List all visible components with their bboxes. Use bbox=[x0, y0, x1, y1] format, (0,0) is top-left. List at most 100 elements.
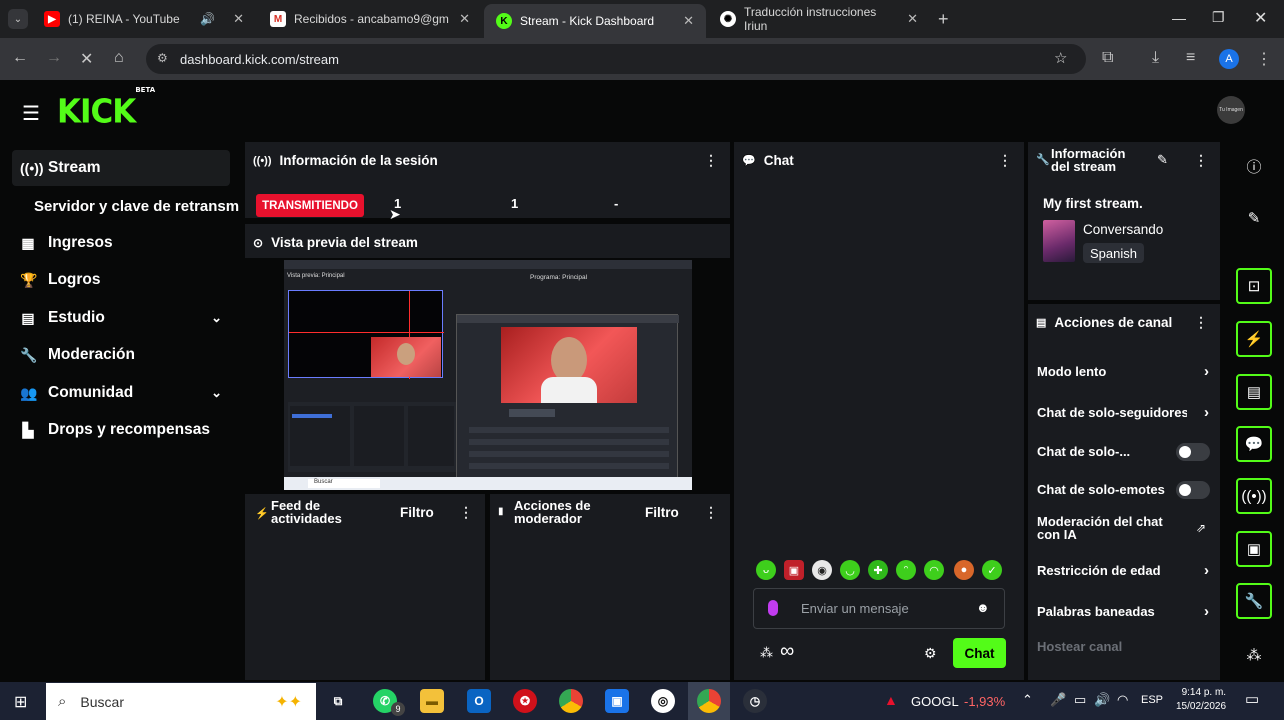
sidebar-item-server-key[interactable]: Servidor y clave de retransm bbox=[12, 188, 244, 224]
task-view-icon[interactable]: ⧉ bbox=[326, 689, 350, 713]
emoji-picker-icon[interactable]: ☻ bbox=[976, 600, 990, 615]
edit-pencil-icon[interactable]: ✎ bbox=[1236, 200, 1272, 236]
tab-youtube[interactable]: ▶ (1) REINA - YouTube 🔊 ✕ bbox=[32, 4, 256, 34]
minimize-icon[interactable]: — bbox=[1172, 10, 1186, 26]
emote-icon[interactable]: ᴗ bbox=[756, 560, 776, 580]
more-options-icon[interactable]: ⋮ bbox=[1194, 152, 1208, 169]
tab-kick-dashboard[interactable]: K Stream - Kick Dashboard ✕ bbox=[484, 4, 706, 38]
close-tab-icon[interactable]: ✕ bbox=[683, 13, 694, 29]
action-restriccion-edad[interactable]: Restricción de edad › bbox=[1037, 562, 1209, 579]
feed-filter-button[interactable]: Filtro bbox=[400, 505, 434, 520]
screen-recorder-icon[interactable]: ◷ bbox=[743, 689, 767, 713]
external-link-icon[interactable]: ⇗ bbox=[1196, 521, 1206, 535]
stock-change[interactable]: -1,93% bbox=[964, 694, 1005, 709]
browser-menu-icon[interactable]: ⋮ bbox=[1256, 49, 1272, 69]
wrench-icon[interactable]: 🔧 bbox=[1236, 583, 1272, 619]
maximize-icon[interactable]: ❐ bbox=[1212, 9, 1225, 26]
wifi-icon[interactable]: ◠ bbox=[1117, 692, 1128, 708]
new-tab-icon[interactable]: + bbox=[938, 9, 949, 30]
chevron-up-icon[interactable]: ⌃ bbox=[1022, 692, 1033, 708]
stock-name[interactable]: GOOGL bbox=[911, 694, 959, 709]
emote-icon[interactable]: ✓ bbox=[982, 560, 1002, 580]
notes-icon[interactable]: ▤ bbox=[1236, 374, 1272, 410]
hamburger-menu-icon[interactable]: ☰ bbox=[22, 101, 40, 126]
extensions-icon[interactable]: ⧉ bbox=[1102, 49, 1113, 67]
toggle-switch[interactable] bbox=[1176, 481, 1210, 499]
stop-loading-icon[interactable]: ✕ bbox=[80, 49, 93, 69]
emote-icon[interactable]: ▣ bbox=[784, 560, 804, 580]
emote-icon[interactable]: ◡ bbox=[840, 560, 860, 580]
screenshot-icon[interactable]: ⊡ bbox=[1236, 268, 1272, 304]
stream-preview-video[interactable]: Vista previa: Principal Programa: Princi… bbox=[284, 260, 692, 490]
action-moderacion-ia[interactable]: Moderación del chat con IA bbox=[1037, 515, 1187, 541]
close-window-icon[interactable]: ✕ bbox=[1254, 8, 1267, 28]
mod-filter-button[interactable]: Filtro bbox=[645, 505, 679, 520]
user-avatar[interactable]: Tu Imagen bbox=[1217, 96, 1245, 124]
bookmark-star-icon[interactable]: ☆ bbox=[1054, 49, 1067, 67]
tab-search-button[interactable]: ⌄ bbox=[8, 9, 28, 29]
close-tab-icon[interactable]: ✕ bbox=[907, 11, 918, 27]
chrome-icon[interactable] bbox=[697, 689, 721, 713]
more-options-icon[interactable]: ⋮ bbox=[1194, 314, 1208, 331]
more-options-icon[interactable]: ⋮ bbox=[704, 504, 718, 521]
action-solo-seguidores[interactable]: Chat de solo-seguidores › bbox=[1037, 404, 1209, 421]
lightning-icon[interactable]: ⚡ bbox=[1236, 321, 1272, 357]
chat-settings-gear-icon[interactable]: ⚙ bbox=[924, 645, 937, 662]
action-hostear-canal[interactable]: Hostear canal bbox=[1037, 639, 1209, 654]
chat-message-input[interactable]: Enviar un mensaje ☻ bbox=[753, 588, 1005, 629]
forward-icon[interactable]: → bbox=[46, 49, 62, 67]
file-explorer-icon[interactable]: ▬ bbox=[420, 689, 444, 713]
store-icon[interactable]: ▣ bbox=[605, 689, 629, 713]
sidebar-item-estudio[interactable]: ▤ Estudio ⌄ bbox=[12, 300, 230, 336]
back-icon[interactable]: ← bbox=[12, 49, 28, 67]
points-icon[interactable]: ⁂ bbox=[760, 645, 773, 661]
kick-points-icon[interactable]: ⁂ bbox=[1236, 637, 1272, 673]
sidebar-item-stream[interactable]: ((•)) Stream bbox=[12, 150, 230, 186]
more-options-icon[interactable]: ⋮ bbox=[459, 504, 473, 521]
taskbar-search-box[interactable]: ⌕ Buscar ✦✦ bbox=[46, 683, 316, 720]
broadcast-icon[interactable]: ((•)) bbox=[1236, 478, 1272, 514]
notifications-icon[interactable]: ▭ bbox=[1245, 690, 1259, 708]
sidebar-item-logros[interactable]: 🏆 Logros bbox=[12, 262, 230, 298]
chevron-down-icon[interactable]: ⌄ bbox=[211, 310, 222, 326]
download-icon[interactable]: ⤓ bbox=[1152, 49, 1159, 67]
chat-send-button[interactable]: Chat bbox=[953, 638, 1006, 668]
app-icon[interactable]: ✪ bbox=[513, 689, 537, 713]
more-options-icon[interactable]: ⋮ bbox=[998, 152, 1012, 169]
close-tab-icon[interactable]: ✕ bbox=[233, 11, 244, 27]
sidebar-item-drops[interactable]: ▙ Drops y recompensas bbox=[12, 412, 230, 448]
address-bar[interactable]: ⚙ dashboard.kick.com/stream ☆ bbox=[146, 44, 1086, 74]
close-tab-icon[interactable]: ✕ bbox=[459, 11, 470, 27]
chevron-down-icon[interactable]: ⌄ bbox=[211, 385, 222, 401]
action-palabras-baneadas[interactable]: Palabras baneadas › bbox=[1037, 603, 1209, 620]
edit-pencil-icon[interactable]: ✎ bbox=[1157, 152, 1168, 168]
sidebar-item-comunidad[interactable]: 👥 Comunidad ⌄ bbox=[12, 375, 230, 411]
system-clock[interactable]: 9:14 p. m. 15/02/2026 bbox=[1176, 686, 1226, 714]
info-icon[interactable]: ⓘ bbox=[1236, 148, 1272, 184]
chrome-icon[interactable] bbox=[559, 689, 583, 713]
microphone-icon[interactable]: 🎤 bbox=[1050, 692, 1066, 708]
camera-icon[interactable]: ▭ bbox=[1074, 692, 1086, 708]
windows-start-icon[interactable]: ⊞ bbox=[14, 692, 27, 712]
obs-icon[interactable]: ◎ bbox=[651, 689, 675, 713]
emote-icon[interactable]: ᵔ bbox=[896, 560, 916, 580]
emote-icon[interactable]: ✚ bbox=[868, 560, 888, 580]
toggle-switch[interactable] bbox=[1176, 443, 1210, 461]
outlook-icon[interactable]: O bbox=[467, 689, 491, 713]
action-modo-lento[interactable]: Modo lento › bbox=[1037, 363, 1209, 380]
emote-icon[interactable]: ◉ bbox=[812, 560, 832, 580]
profile-avatar[interactable]: A bbox=[1219, 49, 1239, 69]
emote-icon[interactable]: ● bbox=[954, 560, 974, 580]
more-options-icon[interactable]: ⋮ bbox=[704, 152, 718, 169]
media-icon[interactable]: ≡ bbox=[1186, 49, 1195, 67]
input-language[interactable]: ESP bbox=[1141, 694, 1163, 706]
chat-bubble-icon[interactable]: 💬 bbox=[1236, 426, 1272, 462]
home-icon[interactable]: ⌂ bbox=[114, 49, 124, 67]
sidebar-item-ingresos[interactable]: ▦ Ingresos bbox=[12, 225, 230, 261]
kick-logo[interactable]: KICKBETA bbox=[57, 85, 155, 130]
emote-icon[interactable]: ◠ bbox=[924, 560, 944, 580]
tab-gmail[interactable]: M Recibidos - ancabamo9@gmail ✕ bbox=[258, 4, 482, 34]
sidebar-item-moderacion[interactable]: 🔧 Moderación bbox=[12, 337, 230, 373]
speaker-icon[interactable]: 🔊 bbox=[200, 12, 215, 26]
volume-icon[interactable]: 🔊 bbox=[1094, 692, 1110, 708]
